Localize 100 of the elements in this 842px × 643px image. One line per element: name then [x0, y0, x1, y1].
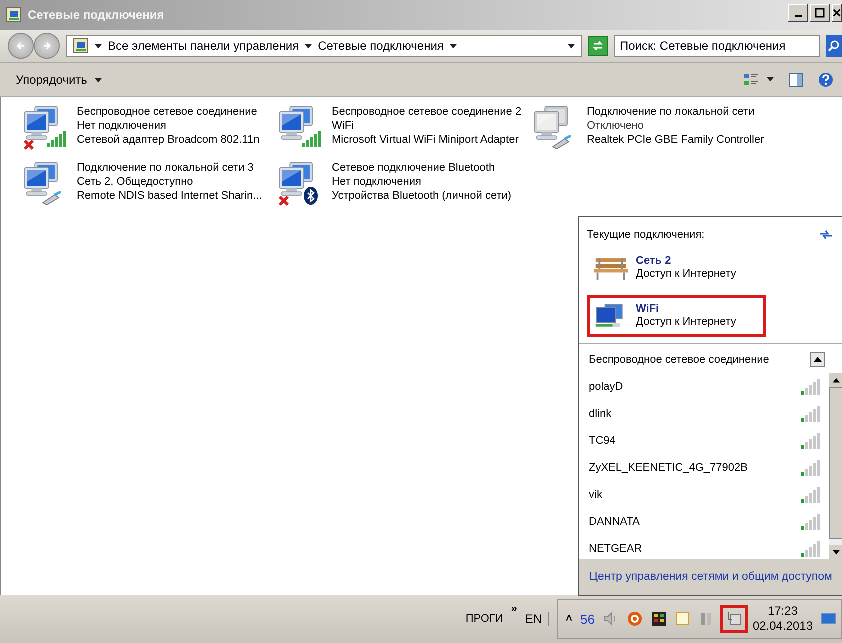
adapter-name: Microsoft Virtual WiFi Miniport Adapter [332, 133, 520, 147]
tray-number[interactable]: 56 [580, 612, 595, 626]
network-name: NETGEAR [589, 542, 642, 554]
back-button[interactable] [8, 33, 34, 59]
signal-bars-icon [801, 432, 821, 448]
maximize-icon [815, 8, 825, 18]
grid-icon[interactable] [650, 611, 667, 627]
close-icon [833, 8, 841, 18]
search-button[interactable] [826, 35, 842, 57]
breadcrumb[interactable]: Все элементы панели управления [108, 39, 300, 53]
close-button[interactable] [832, 4, 842, 22]
network-name: dlink [589, 408, 612, 420]
network-name: DANNATA [589, 516, 640, 528]
minimize-icon [794, 15, 802, 17]
signal-bars-icon [801, 460, 821, 476]
view-options-icon[interactable] [743, 72, 759, 88]
down-arrow-icon[interactable] [832, 550, 840, 554]
signal-bars-icon [801, 406, 821, 422]
current-connection[interactable]: Сеть 2 Доступ к Интернету [587, 247, 766, 289]
search-field[interactable]: Поиск: Сетевые подключения [614, 35, 820, 57]
connection-name: Беспроводное сетевое соединение 2 [332, 105, 522, 119]
adapter-name: Realtek PCIe GBE Family Controller [587, 133, 764, 147]
adapter-name: Устройства Bluetooth (личной сети) [332, 189, 512, 203]
network-name: TC94 [589, 434, 616, 446]
caret-icon[interactable] [568, 44, 575, 48]
connection-item[interactable]: Сетевое подключение Bluetooth Нет подключения Устройства Bluetooth (личной сети) [276, 161, 531, 209]
connection-item[interactable]: Подключение по локальной сети 3 Сеть 2, Общедоступно Remote NDIS based Internet Sharin... [21, 161, 276, 209]
network-icon[interactable] [722, 608, 745, 630]
swirl-app-icon[interactable] [626, 611, 643, 627]
caret-icon[interactable] [95, 44, 102, 48]
signal-bars-icon [801, 486, 821, 502]
connection-status: Отключено [587, 119, 645, 133]
show-desktop-icon[interactable] [821, 611, 837, 627]
connection-status: Нет подключения [77, 119, 168, 133]
up-arrow-icon[interactable] [832, 378, 840, 382]
network-name: vik [589, 488, 602, 500]
help-icon[interactable] [818, 72, 834, 88]
section-heading: Беспроводное сетевое соединение [589, 354, 770, 366]
language-indicator[interactable]: EN [525, 612, 550, 626]
back-arrow-icon [15, 40, 27, 52]
connection-status: WiFi [332, 119, 355, 133]
connection-name: Сеть 2 [636, 255, 672, 268]
connection-item[interactable]: Беспроводное сетевое соединение Нет подключения Сетевой адаптер Broadcom 802.11n [21, 105, 276, 153]
connection-name: WiFi [636, 303, 660, 316]
network-name: polayD [589, 380, 624, 392]
up-arrow-icon [814, 357, 822, 362]
refresh-button[interactable] [588, 36, 608, 56]
show-hidden-icons-button[interactable]: ˄ [566, 613, 572, 625]
scroll-track[interactable] [829, 539, 842, 545]
search-icon [828, 40, 840, 52]
connection-name: Подключение по локальной сети 3 [77, 161, 255, 175]
signal-bars-icon [801, 378, 821, 394]
preview-pane-icon[interactable] [788, 72, 804, 88]
access-status: Доступ к Интернету [636, 268, 736, 281]
address-bar[interactable]: Все элементы панели управления Сетевые подключения [66, 35, 582, 57]
connection-name: Сетевое подключение Bluetooth [332, 161, 496, 175]
wifi-network[interactable]: DANNATA [589, 508, 829, 535]
connection-item[interactable]: Беспроводное сетевое соединение 2 WiFi Microsoft Virtual WiFi Miniport Adapter [276, 105, 531, 153]
network-folder-icon [6, 7, 22, 23]
clock-date[interactable]: 02.04.2013 [752, 619, 813, 634]
signal-bars-icon [801, 514, 821, 530]
current-connection[interactable]: WiFi Доступ к Интернету [587, 295, 766, 337]
collapse-button[interactable] [810, 352, 825, 367]
signal-bars-icon [47, 131, 67, 147]
minimize-button[interactable] [788, 4, 808, 22]
adapter-name: Remote NDIS based Internet Sharin... [77, 189, 262, 203]
refresh-icon [591, 39, 605, 53]
network-cable-icon [551, 135, 573, 149]
window-title: Сетевые подключения [28, 8, 164, 22]
scrollbar[interactable] [829, 373, 842, 559]
caret-icon[interactable] [305, 44, 312, 48]
signal-bars-icon [302, 131, 322, 147]
bluetooth-icon [304, 187, 318, 205]
caret-icon[interactable] [767, 77, 774, 82]
current-connections-heading: Текущие подключения: [587, 229, 705, 241]
signal-bars-icon [801, 540, 821, 556]
scroll-thumb[interactable] [829, 387, 842, 539]
network-folder-icon [73, 38, 89, 54]
wifi-network[interactable]: NETGEAR [589, 535, 829, 562]
network-name: ZyXEL_KEENETIC_4G_77902B [589, 462, 748, 474]
wifi-network[interactable]: vik [589, 481, 829, 508]
clock-time[interactable]: 17:23 [768, 604, 798, 619]
breadcrumb[interactable]: Сетевые подключения [318, 39, 444, 53]
wifi-network[interactable]: polayD [589, 373, 829, 400]
access-status: Доступ к Интернету [636, 316, 736, 329]
refresh-arrows-icon[interactable] [819, 229, 833, 241]
toolbar-label[interactable]: ПРОГИ [466, 613, 504, 625]
caret-icon [94, 78, 102, 83]
wifi-network[interactable]: TC94 [589, 427, 829, 454]
caret-icon[interactable] [450, 44, 457, 48]
wifi-network[interactable]: ZyXEL_KEENETIC_4G_77902B [589, 454, 829, 481]
forward-button[interactable] [34, 33, 60, 59]
wifi-network[interactable]: dlink [589, 400, 829, 427]
organize-button[interactable]: Упорядочить [10, 70, 108, 90]
chevron-button[interactable]: » [511, 603, 518, 615]
maximize-button[interactable] [810, 4, 830, 22]
adapter-name: Сетевой адаптер Broadcom 802.11n [77, 133, 260, 147]
connection-name: Подключение по локальной сети [587, 105, 756, 119]
connection-name: Беспроводное сетевое соединение [77, 105, 258, 119]
connection-status: Нет подключения [332, 175, 422, 189]
